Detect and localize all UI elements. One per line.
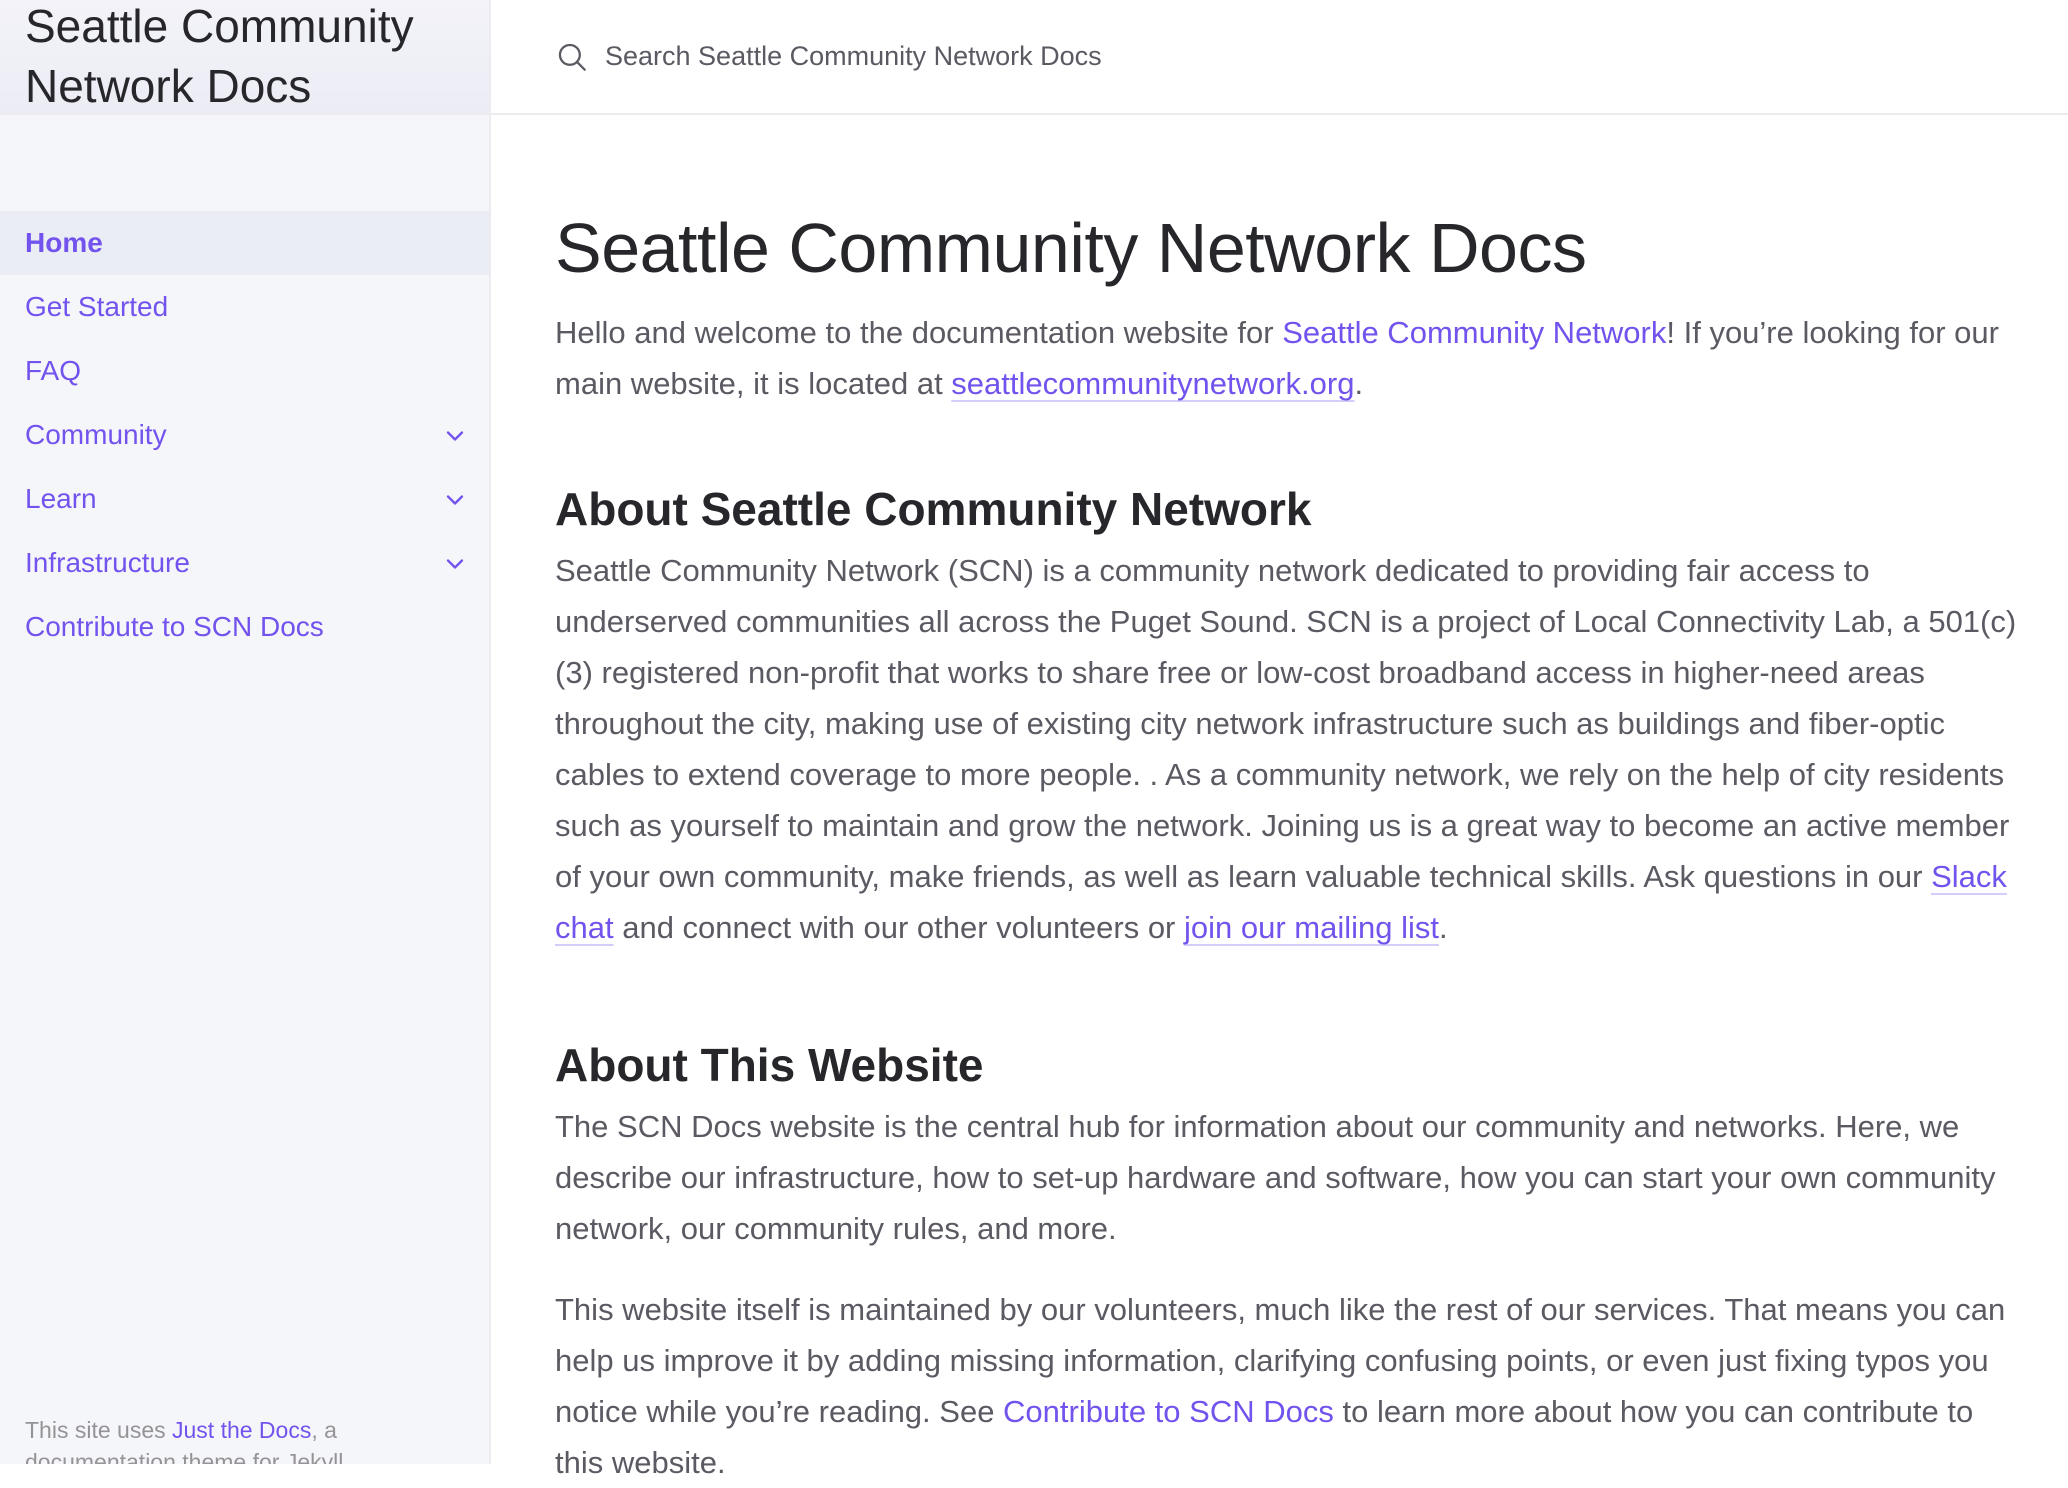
page-title: Seattle Community Network Docs [555,209,1587,287]
intro-text: Hello and welcome to the documentation w… [555,315,1283,350]
sidebar-item-label: Get Started [25,291,169,322]
mailing-list-link[interactable]: join our mailing list [1184,910,1439,945]
about-scn-text: and connect with our other volunteers or [613,910,1184,945]
sidebar-header: Seattle Community Network Docs [0,0,489,115]
site-title-link[interactable]: Seattle Community Network Docs [25,0,464,113]
search-icon [558,43,586,71]
just-the-docs-link[interactable]: Just the Docs [172,1417,311,1443]
intro-paragraph: Hello and welcome to the documentation w… [555,307,2025,409]
chevron-down-icon[interactable] [441,486,469,514]
sidebar-item-label: Home [25,227,103,258]
search-bar [491,0,2068,115]
about-scn-heading: About Seattle Community Network [555,483,1312,535]
intro-text: . [1354,366,1364,401]
sidebar-item-label: Infrastructure [25,547,190,578]
about-website-heading: About This Website [555,1039,984,1091]
sidebar-item-contribute[interactable]: Contribute to SCN Docs [0,595,489,659]
about-scn-text: . [1439,910,1448,945]
sidebar-item-learn[interactable]: Learn [0,467,489,531]
sidebar-item-label: Community [25,419,167,450]
sidebar-item-infrastructure[interactable]: Infrastructure [0,531,489,595]
chevron-down-icon[interactable] [441,422,469,450]
about-website-paragraph-1: The SCN Docs website is the central hub … [555,1109,1996,1246]
sidebar-item-get-started[interactable]: Get Started [0,275,489,339]
sidebar-item-label: Learn [25,483,97,514]
sidebar-item-home[interactable]: Home [0,211,489,275]
scn-website-link[interactable]: seattlecommunitynetwork.org [951,366,1354,401]
footer-text: This site uses [25,1417,172,1443]
main-content: Seattle Community Network Docs Hello and… [555,115,2025,1488]
about-scn-text: Seattle Community Network (SCN) is a com… [555,553,2017,894]
contribute-link[interactable]: Contribute to SCN Docs [1003,1394,1334,1429]
scn-link[interactable]: Seattle Community Network [1282,315,1666,350]
sidebar-item-community[interactable]: Community [0,403,489,467]
sidebar-item-label: FAQ [25,355,82,386]
chevron-down-icon[interactable] [441,550,469,578]
sidebar-footer: This site uses Just the Docs, a document… [25,1414,465,1464]
sidebar: Seattle Community Network Docs Home Get … [0,0,491,1464]
sidebar-item-faq[interactable]: FAQ [0,339,489,403]
about-scn-paragraph: Seattle Community Network (SCN) is a com… [555,545,2025,953]
about-website-paragraph-2: This website itself is maintained by our… [555,1284,2025,1488]
sidebar-item-label: Contribute to SCN Docs [25,611,324,642]
sidebar-nav: Home Get Started FAQ Community Learn Inf… [0,211,489,659]
search-input[interactable] [603,40,1507,73]
